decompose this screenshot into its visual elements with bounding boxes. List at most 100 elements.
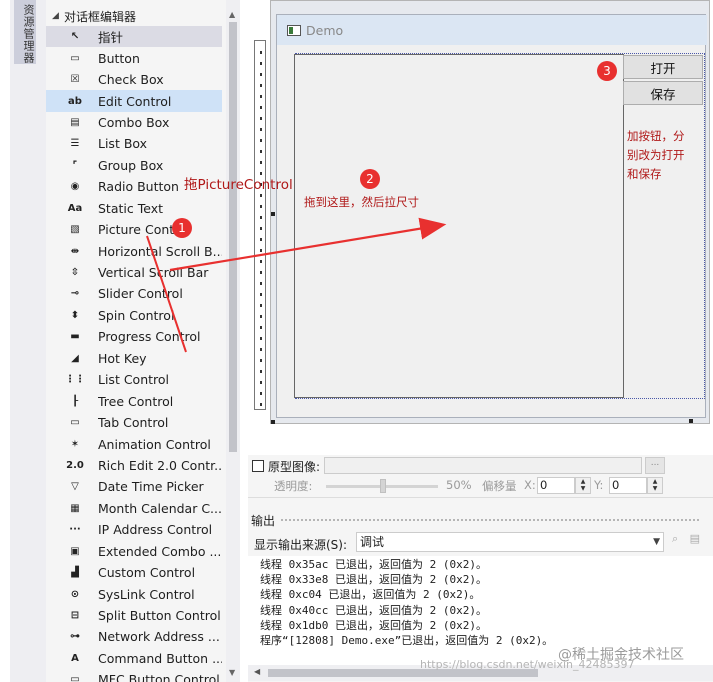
toolbox-item[interactable]: ┠ Tree Control bbox=[46, 390, 222, 411]
ruler-tick bbox=[260, 194, 262, 197]
ruler-tick bbox=[260, 139, 262, 142]
toolbox-item-label: Split Button Control bbox=[98, 608, 221, 624]
toolbox-item[interactable]: ▽ Date Time Picker bbox=[46, 476, 222, 497]
toolbox-item[interactable]: ▣ Extended Combo ... bbox=[46, 541, 222, 562]
toolbox-item[interactable]: 2.0 Rich Edit 2.0 Contr... bbox=[46, 455, 222, 476]
command-icon: A bbox=[71, 652, 79, 664]
ext-combo-icon: ▣ bbox=[70, 545, 80, 557]
browse-image-button[interactable]: ... bbox=[645, 457, 665, 474]
collapse-triangle-icon[interactable]: ◢ bbox=[52, 11, 64, 21]
vertical-guide-ruler[interactable] bbox=[254, 40, 266, 410]
toolbox-item[interactable]: A Command Button ... bbox=[46, 648, 222, 669]
ip-icon: ··· bbox=[69, 524, 81, 536]
toolbox-item[interactable]: ⊶ Network Address ... bbox=[46, 626, 222, 647]
toolbox-item[interactable]: ▟ Custom Control bbox=[46, 562, 222, 583]
toolbox-item[interactable]: ▭ MFC Button Control bbox=[46, 669, 222, 682]
scroll-up-arrow-icon[interactable]: ▲ bbox=[229, 10, 235, 19]
toolbox-item[interactable]: ☒ Check Box bbox=[46, 69, 222, 90]
toolbox-item[interactable]: ⇹ Horizontal Scroll B... bbox=[46, 240, 222, 261]
ruler-tick bbox=[260, 337, 262, 340]
custom-icon: ▟ bbox=[71, 567, 79, 579]
toolbox-item-label: Edit Control bbox=[98, 93, 172, 109]
offset-y-input[interactable]: 0 bbox=[609, 477, 647, 494]
ruler-tick bbox=[260, 161, 262, 164]
ruler-tick bbox=[260, 293, 262, 296]
offset-y-spin-icon[interactable]: ▲ ▼ bbox=[647, 477, 663, 494]
resize-handle-left[interactable] bbox=[271, 212, 275, 216]
toolbox-item-label: Spin Control bbox=[98, 307, 175, 323]
tab-icon: ▭ bbox=[70, 417, 80, 429]
toolbox-item[interactable]: ☰ List Box bbox=[46, 133, 222, 154]
ruler-tick bbox=[260, 106, 262, 109]
output-line: 线程 0x1db0 已退出，返回值为 2 (0x2)。 bbox=[260, 618, 487, 632]
solution-explorer-tab[interactable]: 资源管理器 bbox=[14, 0, 36, 64]
output-line: 线程 0xc04 已退出，返回值为 2 (0x2)。 bbox=[260, 588, 481, 602]
toolbox-item-label: Hot Key bbox=[98, 350, 147, 366]
toolbox-scrollbar[interactable]: ▲ ▼ bbox=[226, 0, 240, 682]
toolbox-item[interactable]: ▤ Combo Box bbox=[46, 112, 222, 133]
picture-icon: ▧ bbox=[70, 224, 80, 236]
toolbox-item[interactable]: ▬ Progress Control bbox=[46, 326, 222, 347]
toolbox-group-header[interactable]: ◢ 对话框编辑器 bbox=[46, 6, 226, 26]
toolbox-item[interactable]: ▦ Month Calendar C... bbox=[46, 498, 222, 519]
resize-handle-bottom-right[interactable] bbox=[689, 419, 693, 423]
button-icon: ▭ bbox=[70, 52, 80, 64]
toolbox-item[interactable]: ⊸ Slider Control bbox=[46, 283, 222, 304]
chevron-down-icon[interactable]: ▼ bbox=[653, 533, 660, 551]
save-button[interactable]: 保存 bbox=[623, 81, 703, 105]
find-in-output-icon[interactable]: ⌕ bbox=[672, 532, 678, 545]
clear-all-icon[interactable]: ▤ bbox=[690, 532, 700, 545]
toolbox-item-label: Vertical Scroll Bar bbox=[98, 265, 209, 281]
output-line: 线程 0x33e8 已退出，返回值为 2 (0x2)。 bbox=[260, 573, 487, 587]
toolbox-item[interactable]: ⬍ Spin Control bbox=[46, 305, 222, 326]
toolbox-item[interactable]: Aa Static Text bbox=[46, 198, 222, 219]
offset-x-input[interactable]: 0 bbox=[537, 477, 575, 494]
toolbox-item[interactable]: ··· IP Address Control bbox=[46, 519, 222, 540]
toolbox-item[interactable]: ▭ Tab Control bbox=[46, 412, 222, 433]
ruler-tick bbox=[260, 359, 262, 362]
scrollbar-thumb[interactable] bbox=[229, 22, 237, 452]
toolbox-item-label: Command Button ... bbox=[98, 650, 222, 666]
scroll-down-arrow-icon[interactable]: ▼ bbox=[229, 668, 235, 677]
scroll-left-arrow-icon[interactable]: ◀ bbox=[254, 667, 260, 676]
ruler-tick bbox=[260, 403, 262, 406]
prototype-image-path-field[interactable] bbox=[324, 457, 642, 474]
toolbox-item[interactable]: ⋮⋮ List Control bbox=[46, 369, 222, 390]
toolbox-item[interactable]: ⊟ Split Button Control bbox=[46, 605, 222, 626]
ruler-tick bbox=[260, 227, 262, 230]
prototype-image-checkbox[interactable] bbox=[252, 460, 264, 472]
calendar-icon: ▦ bbox=[70, 502, 80, 514]
transparency-slider-knob[interactable] bbox=[380, 479, 386, 493]
toolbox-item[interactable]: ◢ Hot Key bbox=[46, 348, 222, 369]
note-drag-here: 拖到这里，然后拉尺寸 bbox=[304, 195, 419, 209]
resize-handle-bottom-left[interactable] bbox=[271, 420, 275, 424]
output-title-grip[interactable] bbox=[280, 518, 700, 522]
toolbox-item-label: Button bbox=[98, 50, 140, 66]
spin-icon: ⬍ bbox=[70, 309, 80, 321]
toolbox-item[interactable]: ⇳ Vertical Scroll Bar bbox=[46, 262, 222, 283]
toolbox-item-label: Check Box bbox=[98, 72, 164, 88]
toolbox-item[interactable]: ✶ Animation Control bbox=[46, 433, 222, 454]
toolbox-item-label: MFC Button Control bbox=[98, 672, 220, 682]
offset-x-spin-icon[interactable]: ▲ ▼ bbox=[575, 477, 591, 494]
output-source-select[interactable]: 调试 ▼ bbox=[356, 532, 664, 552]
note-add-buttons: 加按钮，分别改为打开和保存 bbox=[627, 129, 685, 181]
ruler-tick bbox=[260, 304, 262, 307]
toolbox-item[interactable]: ▧ Picture Control bbox=[46, 219, 222, 240]
ruler-tick bbox=[260, 51, 262, 54]
toolbox-panel: ◢ 对话框编辑器 ↖ 指针 ▭ Button ☒ Check Box ab Edit Cont… bbox=[46, 0, 240, 682]
toolbox-item[interactable]: ab Edit Control bbox=[46, 90, 222, 112]
open-button[interactable]: 打开 bbox=[623, 55, 703, 79]
ruler-tick bbox=[260, 348, 262, 351]
toolbox-item-label: Network Address ... bbox=[98, 629, 220, 645]
toolbox-item[interactable]: ↖ 指针 bbox=[46, 26, 222, 48]
note-drag-picture-control: 拖PictureControl bbox=[184, 177, 293, 193]
toolbox-item-label: Slider Control bbox=[98, 286, 183, 302]
picture-control[interactable] bbox=[294, 54, 624, 398]
toolbox-item-label: Custom Control bbox=[98, 565, 196, 581]
toolbox-item[interactable]: ▭ Button bbox=[46, 47, 222, 68]
ruler-tick bbox=[260, 271, 262, 274]
ruler-tick bbox=[260, 62, 262, 65]
vscroll-icon: ⇳ bbox=[70, 267, 80, 279]
toolbox-item[interactable]: ⊙ SysLink Control bbox=[46, 583, 222, 604]
